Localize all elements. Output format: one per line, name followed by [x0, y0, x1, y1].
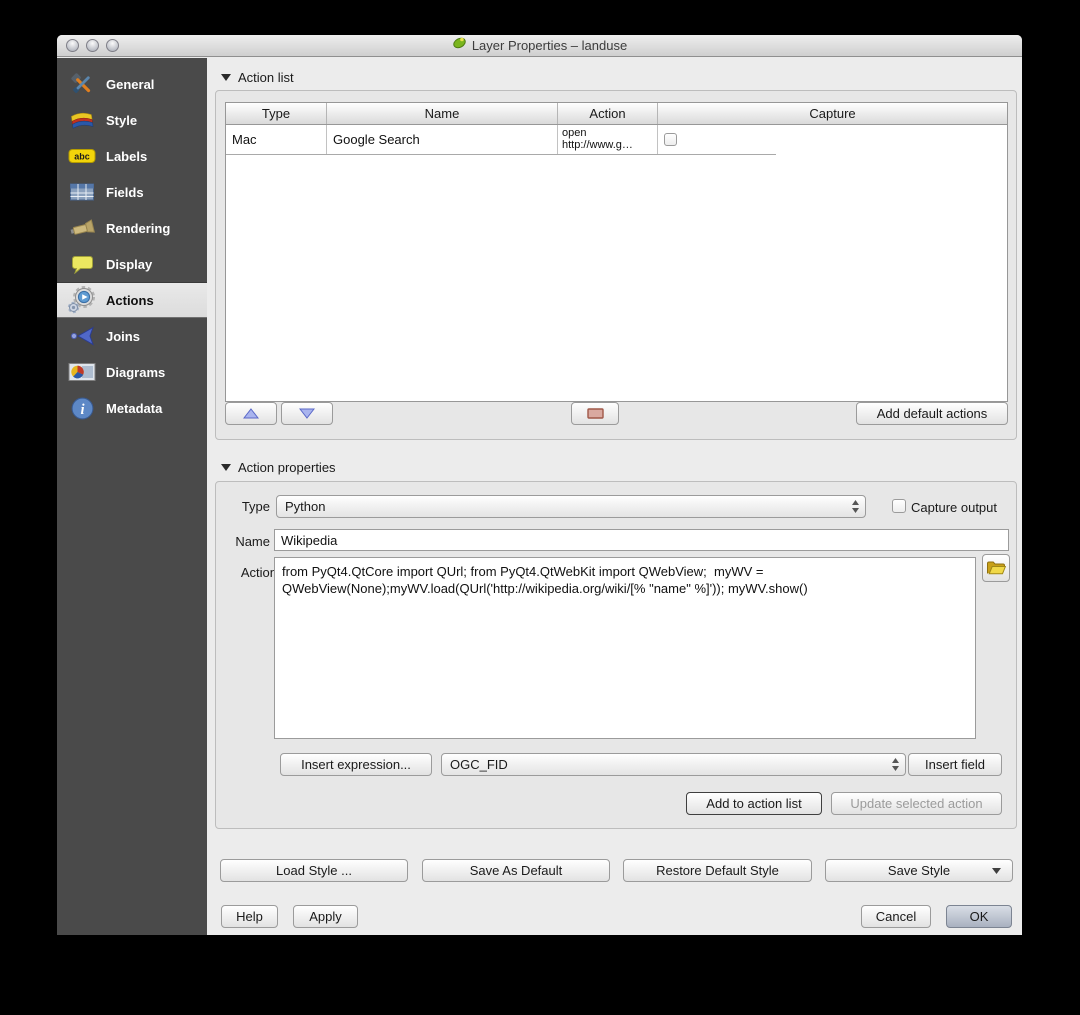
action-textarea[interactable]: from PyQt4.QtCore import QUrl; from PyQt…: [274, 557, 976, 739]
sidebar-item-actions[interactable]: Actions: [57, 282, 207, 318]
sidebar: General Style abc Labels Fields Renderin…: [57, 58, 207, 935]
sidebar-item-rendering[interactable]: Rendering: [57, 210, 207, 246]
table-header[interactable]: Type Name Action Capture: [226, 103, 1007, 125]
sidebar-item-display[interactable]: Display: [57, 246, 207, 282]
update-selected-action-button[interactable]: Update selected action: [831, 792, 1002, 815]
collapse-triangle-icon: [221, 74, 231, 81]
info-icon: i: [66, 396, 98, 421]
layer-properties-window: Layer Properties – landuse General Style…: [57, 35, 1022, 935]
sidebar-item-general[interactable]: General: [57, 66, 207, 102]
name-label: Name: [235, 534, 270, 549]
move-up-button[interactable]: [225, 402, 277, 425]
capture-checkbox[interactable]: [664, 133, 677, 146]
capture-output-label: Capture output: [911, 500, 998, 515]
action-label: Action: [240, 565, 277, 580]
action-properties-groupbox: Type Python Capture output Name Wikipedi…: [215, 481, 1017, 829]
cancel-button[interactable]: Cancel: [861, 905, 931, 928]
qgis-logo-icon: [452, 35, 467, 57]
sidebar-item-style[interactable]: Style: [57, 102, 207, 138]
diagram-icon: [66, 362, 98, 382]
table-row[interactable]: Mac Google Search open http://www.g…: [226, 125, 1007, 154]
add-to-action-list-button[interactable]: Add to action list: [686, 792, 822, 815]
actions-gear-icon: [66, 284, 98, 316]
apply-button[interactable]: Apply: [293, 905, 358, 928]
action-list-groupbox: Type Name Action Capture Mac Google Sear…: [215, 90, 1017, 440]
add-default-actions-button[interactable]: Add default actions: [856, 402, 1008, 425]
field-dropdown[interactable]: OGC_FID: [441, 753, 906, 776]
sidebar-item-metadata[interactable]: i Metadata: [57, 390, 207, 426]
cell-action: open http://www.g…: [558, 125, 658, 154]
svg-text:abc: abc: [74, 152, 90, 162]
speech-bubble-icon: [66, 254, 98, 274]
action-list-table[interactable]: Type Name Action Capture Mac Google Sear…: [225, 102, 1008, 402]
up-triangle-icon: [243, 408, 259, 419]
column-header-action[interactable]: Action: [558, 103, 658, 124]
restore-default-style-button[interactable]: Restore Default Style: [623, 859, 812, 882]
action-list-section-header[interactable]: Action list: [221, 70, 294, 85]
sidebar-item-labels[interactable]: abc Labels: [57, 138, 207, 174]
column-header-type[interactable]: Type: [226, 103, 327, 124]
load-style-button[interactable]: Load Style ...: [220, 859, 408, 882]
tools-icon: [66, 71, 98, 97]
remove-icon: [586, 408, 604, 419]
type-dropdown[interactable]: Python: [276, 495, 866, 518]
remove-action-button[interactable]: [571, 402, 619, 425]
stepper-arrows-icon: [851, 496, 860, 517]
insert-expression-button[interactable]: Insert expression...: [280, 753, 432, 776]
stepper-arrows-icon: [891, 754, 900, 775]
row-separator: [226, 154, 776, 155]
join-arrow-icon: [66, 325, 98, 347]
window-title: Layer Properties – landuse: [57, 35, 1022, 57]
down-triangle-icon: [299, 408, 315, 419]
paintbrush-icon: [66, 217, 98, 239]
folder-icon: [987, 561, 1006, 575]
save-as-default-button[interactable]: Save As Default: [422, 859, 610, 882]
cell-type: Mac: [226, 125, 327, 154]
cell-name: Google Search: [327, 125, 558, 154]
browse-file-button[interactable]: [982, 554, 1010, 582]
collapse-triangle-icon: [221, 464, 231, 471]
move-down-button[interactable]: [281, 402, 333, 425]
type-label: Type: [241, 499, 270, 514]
close-button[interactable]: [66, 39, 79, 52]
capture-output-checkbox[interactable]: [892, 499, 906, 513]
sidebar-item-diagrams[interactable]: Diagrams: [57, 354, 207, 390]
svg-text:i: i: [80, 401, 84, 417]
minimize-button[interactable]: [86, 39, 99, 52]
chevron-down-icon: [991, 863, 1002, 878]
name-input[interactable]: Wikipedia: [274, 529, 1009, 551]
title-bar[interactable]: Layer Properties – landuse: [57, 35, 1022, 57]
save-style-dropdown-button[interactable]: Save Style: [825, 859, 1013, 882]
action-properties-section-header[interactable]: Action properties: [221, 460, 336, 475]
help-button[interactable]: Help: [221, 905, 278, 928]
abc-label-icon: abc: [66, 147, 98, 165]
sidebar-item-joins[interactable]: Joins: [57, 318, 207, 354]
sidebar-item-fields[interactable]: Fields: [57, 174, 207, 210]
cell-capture: [658, 125, 1007, 154]
actions-panel: Action list Type Name Action Capture Mac…: [207, 58, 1022, 935]
traffic-lights: [66, 39, 119, 52]
style-icon: [66, 109, 98, 131]
column-header-name[interactable]: Name: [327, 103, 558, 124]
table-icon: [66, 182, 98, 202]
insert-field-button[interactable]: Insert field: [908, 753, 1002, 776]
column-header-capture[interactable]: Capture: [658, 103, 1007, 124]
zoom-button[interactable]: [106, 39, 119, 52]
ok-button[interactable]: OK: [946, 905, 1012, 928]
